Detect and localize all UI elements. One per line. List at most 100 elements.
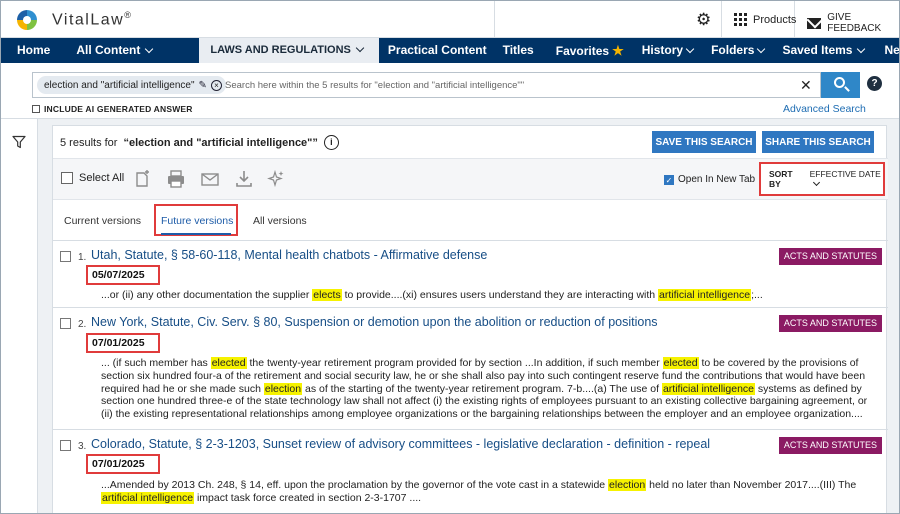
search-term-highlight: artificial intelligence [101, 491, 195, 504]
tab-all-versions[interactable]: All versions [253, 215, 307, 227]
result-snippet: ... (if such member has elected the twen… [101, 357, 868, 421]
nav-label: All Content [76, 43, 141, 57]
result-title-link[interactable]: Utah, Statute, § 58-60-118, Mental healt… [91, 248, 487, 262]
nav-label: Practical Content [387, 43, 487, 57]
app-window: VitalLaw® ⚙ Products GIVE FEEDBACK Home … [0, 0, 900, 514]
chevron-down-icon [685, 44, 695, 54]
select-all-label: Select All [79, 172, 125, 184]
ai-sparkle-icon[interactable] [266, 169, 286, 189]
effective-date: 05/07/2025 [86, 265, 160, 285]
info-icon[interactable]: i [323, 135, 339, 150]
nav-folders[interactable]: Folders [701, 38, 772, 63]
document-type-badge: ACTS AND STATUTES [778, 437, 882, 454]
nav-favorites[interactable]: Favorites ★ [548, 38, 632, 63]
nav-home[interactable]: Home [1, 38, 68, 63]
result-checkbox[interactable] [60, 318, 71, 329]
chevron-down-icon [857, 44, 866, 54]
gear-icon[interactable]: ⚙ [696, 11, 711, 28]
search-term-highlight: elected [662, 357, 699, 369]
include-ai-answer-checkbox[interactable]: INCLUDE AI GENERATED ANSWER [32, 104, 193, 114]
save-search-button[interactable]: SAVE THIS SEARCH [652, 131, 756, 153]
result-snippet: ...Amended by 2013 Ch. 248, § 14, eff. u… [101, 479, 857, 504]
select-all-checkbox[interactable]: Select All [61, 172, 124, 184]
nav-history[interactable]: History [632, 38, 701, 63]
result-item: 2. New York, Statute, Civ. Serv. § 80, S… [53, 307, 888, 429]
sort-by-value: EFFECTIVE DATE [809, 169, 881, 179]
nav-laws-and-regulations[interactable]: LAWS AND REGULATIONS [199, 38, 379, 63]
tab-current-versions[interactable]: Current versions [64, 215, 141, 227]
result-title-link[interactable]: Colorado, Statute, § 2-3-1203, Sunset re… [91, 437, 710, 451]
chevron-down-icon [812, 178, 820, 187]
effective-date: 07/01/2025 [86, 454, 160, 474]
sort-by-control[interactable]: SORT BY EFFECTIVE DATE [759, 162, 885, 196]
result-item: 3. Colorado, Statute, § 2-3-1203, Sunset… [53, 429, 888, 513]
add-document-icon[interactable] [133, 169, 153, 189]
products-button[interactable]: Products [734, 13, 796, 26]
nav-label: News Sign-up [884, 43, 900, 57]
vitallaw-logo-icon[interactable] [17, 10, 37, 30]
search-term-highlight: election [263, 382, 303, 395]
chevron-down-icon [355, 43, 365, 53]
results-toolbar: Select All ✓ Open In New Tab SORT BY EFF… [53, 158, 888, 200]
nav-label: History [641, 43, 684, 57]
checkbox-box [61, 172, 73, 184]
chip-remove-icon[interactable]: × [210, 79, 222, 91]
give-feedback-button[interactable]: GIVE FEEDBACK [807, 12, 899, 34]
search-button[interactable] [821, 72, 860, 98]
nav-label: Home [17, 43, 51, 57]
document-type-badge: ACTS AND STATUTES [778, 315, 882, 332]
search-area: election and "artificial intelligence" ✎… [1, 63, 899, 119]
star-icon: ★ [612, 43, 624, 58]
nav-label: Saved Items [782, 43, 853, 57]
results-query: “election and "artificial intelligence"” [123, 136, 318, 149]
search-box[interactable]: election and "artificial intelligence" ✎… [32, 72, 821, 98]
result-checkbox[interactable] [60, 440, 71, 451]
ai-answer-label: INCLUDE AI GENERATED ANSWER [44, 104, 193, 114]
download-icon[interactable] [234, 169, 254, 189]
document-type-badge: ACTS AND STATUTES [778, 248, 882, 265]
search-icon [834, 77, 845, 88]
results-summary: 5 results for “election and "artificial … [60, 135, 339, 150]
nav-news-sign-up[interactable]: News Sign-up [872, 38, 900, 63]
result-item: 1. Utah, Statute, § 58-60-118, Mental he… [53, 240, 888, 307]
result-checkbox[interactable] [60, 251, 71, 262]
tab-future-versions[interactable]: Future versions [161, 215, 233, 227]
version-tabs: Current versions Future versions All ver… [53, 200, 888, 240]
brand-name[interactable]: VitalLaw® [52, 10, 132, 29]
search-term-highlight: elects [312, 289, 342, 301]
result-number: 3. [78, 441, 87, 452]
search-term-chip[interactable]: election and "artificial intelligence" ✎… [37, 76, 226, 94]
brand-registered-mark: ® [124, 10, 133, 20]
nav-titles[interactable]: Titles [495, 38, 548, 63]
share-search-button[interactable]: SHARE THIS SEARCH [762, 131, 874, 153]
nav-practical-content[interactable]: Practical Content [379, 38, 495, 63]
result-number: 1. [78, 252, 87, 263]
nav-label: LAWS AND REGULATIONS [210, 44, 351, 56]
advanced-search-link[interactable]: Advanced Search [783, 103, 866, 115]
search-within-input[interactable] [225, 76, 785, 94]
nav-label: Favorites [555, 44, 610, 58]
top-bar: VitalLaw® ⚙ Products GIVE FEEDBACK [1, 1, 899, 38]
results-panel: 5 results for “election and "artificial … [52, 125, 888, 513]
clear-search-icon[interactable]: ✕ [800, 77, 812, 93]
sort-by-dropdown[interactable]: EFFECTIVE DATE [810, 169, 883, 189]
nav-label: Folders [711, 43, 755, 57]
help-icon[interactable]: ? [867, 76, 882, 91]
result-number: 2. [78, 319, 87, 330]
pencil-icon[interactable]: ✎ [199, 80, 207, 91]
nav-saved-items[interactable]: Saved Items [772, 38, 872, 63]
result-snippet: ...or (ii) any other documentation the s… [101, 289, 763, 301]
search-term-highlight: election [608, 479, 647, 491]
search-term-highlight: artificial intelligence [658, 289, 752, 301]
divider [721, 1, 722, 38]
search-term-highlight: artificial intelligence [661, 382, 755, 395]
open-in-new-tab-checkbox[interactable]: ✓ Open In New Tab [664, 174, 755, 185]
effective-date: 07/01/2025 [86, 333, 160, 353]
print-icon[interactable] [166, 169, 186, 189]
nav-all-content[interactable]: All Content [68, 38, 199, 63]
sort-by-label: SORT BY [769, 169, 793, 189]
email-icon[interactable] [200, 169, 220, 189]
grid-icon [734, 13, 747, 26]
result-title-link[interactable]: New York, Statute, Civ. Serv. § 80, Susp… [91, 315, 658, 329]
filter-icon[interactable] [12, 135, 26, 149]
